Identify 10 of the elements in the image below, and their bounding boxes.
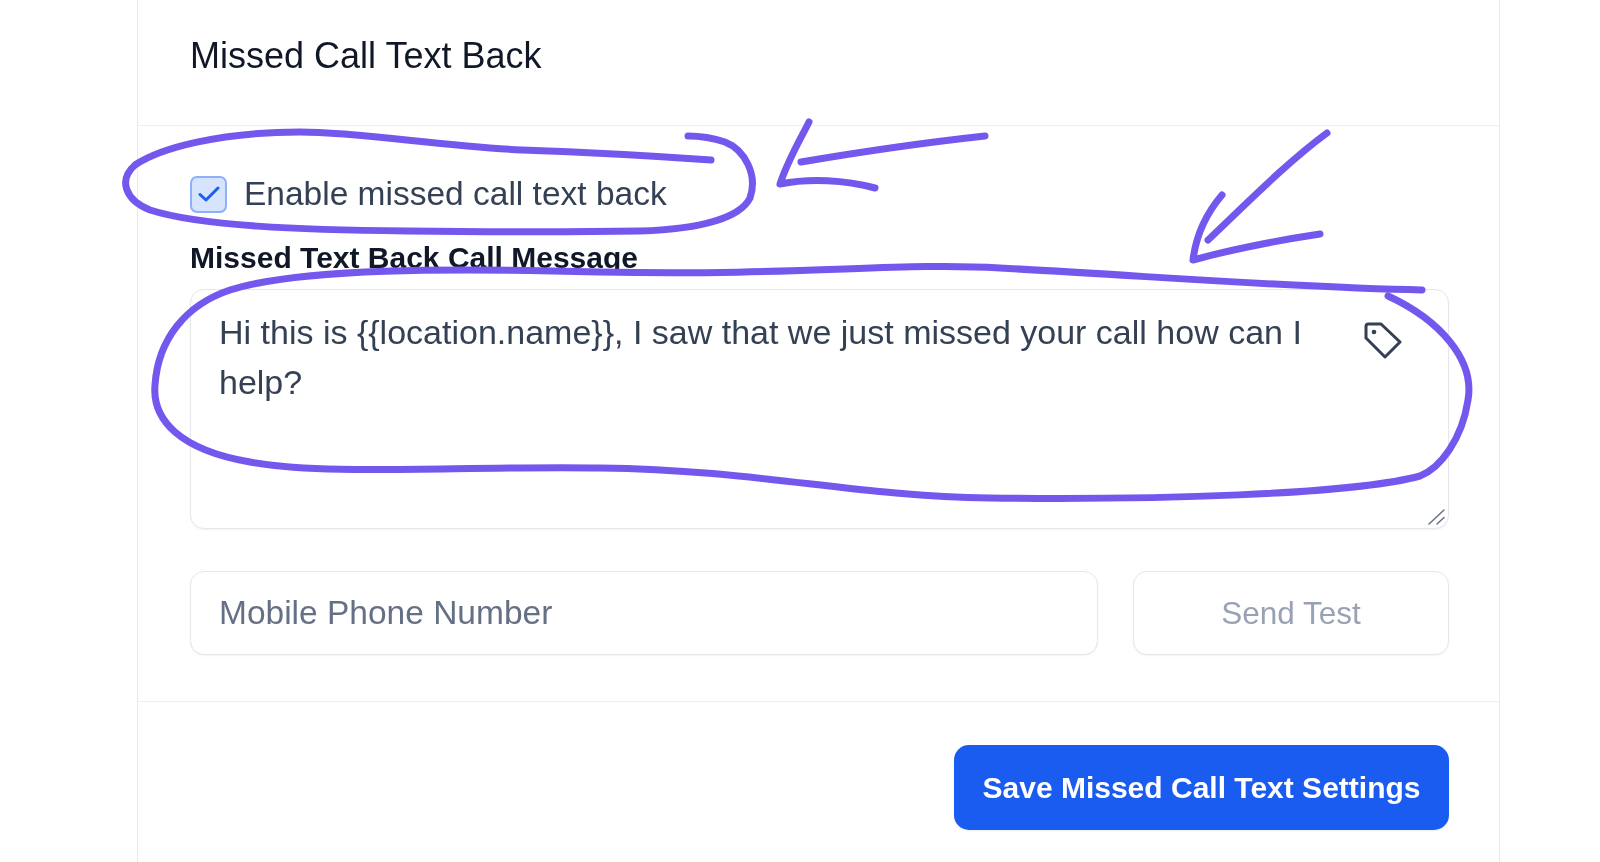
resize-handle-icon[interactable] [1428, 509, 1445, 525]
checkbox[interactable] [190, 175, 227, 213]
save-settings-button[interactable]: Save Missed Call Text Settings [954, 745, 1449, 830]
card-title: Missed Call Text Back [190, 35, 542, 77]
phone-number-field[interactable]: Mobile Phone Number [190, 571, 1098, 655]
message-field[interactable]: Hi this is {{location.name}}, I saw that we just missed your call how can I help? [190, 289, 1449, 529]
tag-icon[interactable] [1363, 322, 1402, 359]
checkbox-label: Enable missed call text back [244, 175, 667, 213]
field-label: Missed Text Back Call Message [190, 241, 638, 275]
check-icon [197, 186, 220, 202]
